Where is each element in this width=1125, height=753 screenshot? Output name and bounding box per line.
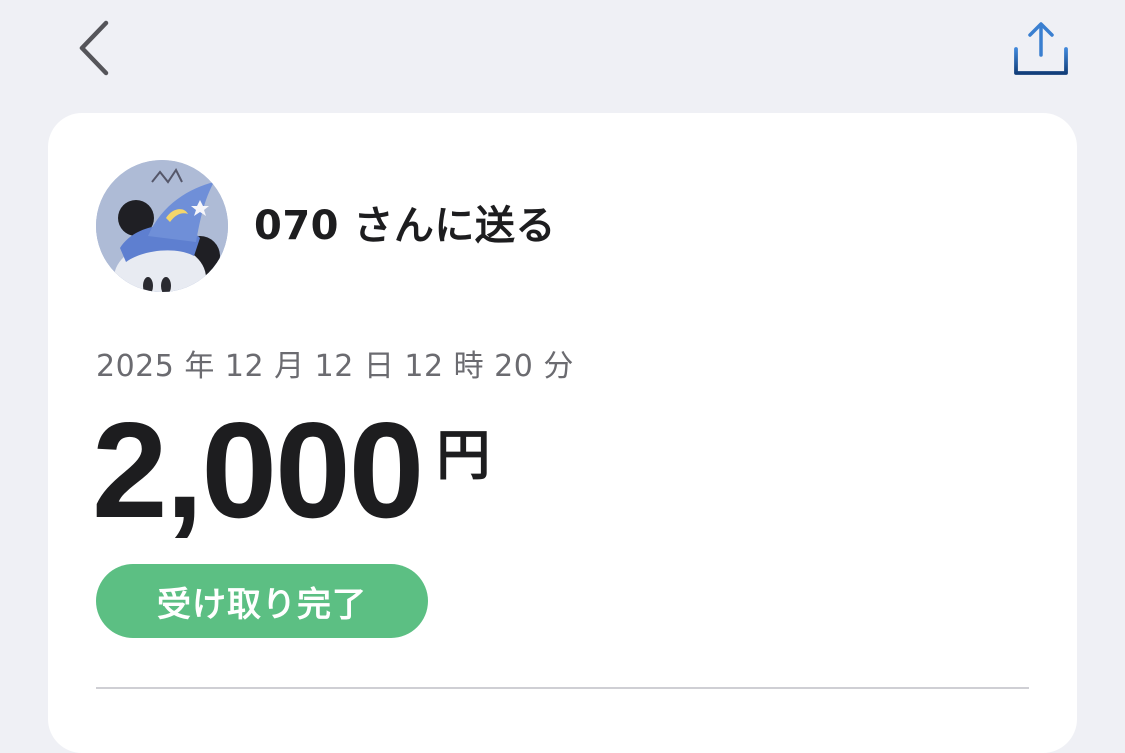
- profile-photo: [96, 160, 228, 292]
- status-badge: 受け取り完了: [96, 564, 428, 638]
- chevron-left-icon: [79, 20, 109, 76]
- share-icon: [1014, 22, 1068, 75]
- share-button[interactable]: [1004, 14, 1078, 82]
- top-navigation-bar: [0, 0, 1125, 110]
- avatar: [96, 160, 228, 292]
- transfer-datetime: 2025 年 12 月 12 日 12 時 20 分: [96, 349, 574, 384]
- back-button[interactable]: [62, 14, 126, 82]
- amount-value: 2,000: [92, 394, 424, 546]
- currency-unit: 円: [436, 424, 491, 487]
- amount-row: 2,000 円: [92, 395, 490, 545]
- divider: [96, 687, 1029, 689]
- transfer-detail-card: 070 さんに送る 2025 年 12 月 12 日 12 時 20 分 2,0…: [48, 113, 1077, 753]
- recipient-label: 070 さんに送る: [254, 203, 556, 249]
